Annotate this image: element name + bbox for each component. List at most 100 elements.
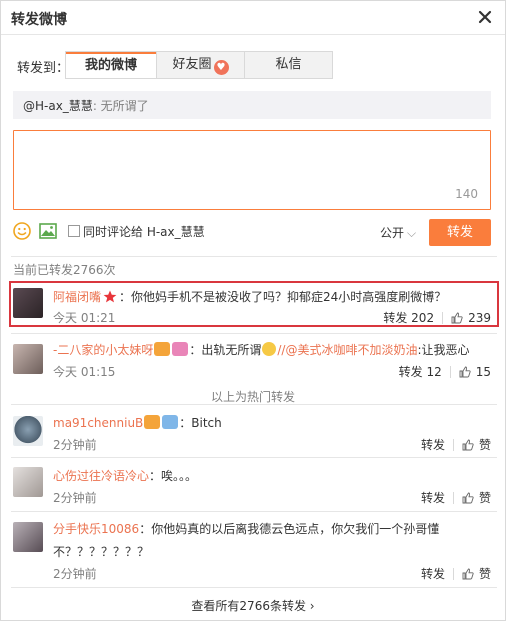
thumbs-up-icon [462, 439, 474, 451]
quote-user: @H-ax_慧慧 [23, 99, 93, 113]
divider [11, 587, 497, 588]
dialog-header: 转发微博 [1, 1, 505, 35]
action-divider [452, 568, 454, 580]
divider [11, 256, 497, 257]
avatar[interactable] [13, 416, 43, 446]
tab-private-message-label: 私信 [275, 57, 302, 72]
star-badge-icon [103, 290, 117, 303]
emoji-icon [262, 342, 277, 356]
like-label: 赞 [478, 567, 491, 581]
hot-reposts-divider: 以上为热门转发 [210, 390, 295, 404]
repost-button[interactable]: 转发 202 [383, 309, 434, 326]
repost-content: ：出轨无所谓 [189, 343, 262, 357]
like-button[interactable]: 赞 [462, 565, 491, 582]
divider [11, 333, 497, 334]
forward-target-label: 转发到： [17, 61, 70, 76]
char-count: 140 [455, 187, 478, 201]
repost-content: ：你他妈手机不是被没收了吗？抑郁症24小时高强度刷微博？ [119, 290, 447, 304]
view-all-reposts-link[interactable]: 查看所有2766条转发 › [1, 597, 505, 614]
sticker-icon [172, 342, 189, 356]
repost-item: 分手快乐10086：你他妈真的以后离我德云色远点，你欠我们一个孙哥懂 不？？？？… [11, 517, 497, 583]
sticker-icon [162, 415, 179, 429]
hot-repost-item: -二八家的小太妹呀 ：出轨无所谓 //@美式冰咖啡不加淡奶油:让我恶心 今天 01:… [11, 341, 497, 383]
like-count: 15 [475, 365, 491, 379]
hot-repost-item: 阿福闭嘴 ：你他妈手机不是被没收了吗？抑郁症24小时高强度刷微博？ 今天 01:2… [11, 285, 497, 327]
forward-target-row: 转发到： 我的微博 好友圈 ♥ 私信 [11, 51, 501, 79]
repost-actions: 转发 赞 [421, 489, 491, 506]
repost-item: 心伤过往冷语冷心：唉。。。 2分钟前 转发 赞 [11, 464, 497, 506]
repost-content: ：Bitch [179, 416, 222, 430]
repost-actions: 转发 202 239 [383, 309, 491, 326]
heart-icon: ♥ [213, 60, 229, 75]
thumbs-up-icon [459, 366, 471, 378]
close-icon[interactable] [477, 9, 493, 25]
mention-link[interactable]: //@美式冰咖啡不加淡奶油 [277, 343, 417, 357]
action-divider [452, 439, 454, 451]
emoji-icon[interactable] [13, 222, 31, 240]
image-icon[interactable] [39, 222, 57, 240]
visibility-value: 公开 [380, 226, 405, 240]
repost-time: 今天 01:15 [53, 365, 116, 379]
repost-time: 2分钟前 [53, 438, 97, 452]
divider [11, 511, 497, 512]
forward-tabs: 我的微博 好友圈 ♥ 私信 [65, 51, 333, 79]
repost-comment-input[interactable]: 140 [13, 130, 491, 210]
repost-content-tail: :让我恶心 [417, 343, 470, 357]
divider [11, 457, 497, 458]
repost-author[interactable]: 阿福闭嘴 [53, 290, 101, 304]
reposts-count-title: 当前已转发2766次 [13, 263, 116, 277]
repost-actions: 转发 12 15 [399, 363, 491, 380]
repost-button[interactable]: 转发 [421, 565, 445, 582]
dialog-title: 转发微博 [11, 12, 67, 28]
repost-time: 今天 01:21 [53, 311, 116, 325]
like-count: 239 [468, 311, 491, 325]
quote-text: : 无所谓了 [92, 99, 149, 113]
like-button[interactable]: 赞 [462, 436, 491, 453]
tab-private-message[interactable]: 私信 [244, 52, 332, 78]
send-repost-button[interactable]: 转发 [429, 219, 491, 246]
repost-item: ma91chenniuB ：Bitch 2分钟前 转发 赞 [11, 411, 497, 453]
avatar[interactable] [13, 344, 43, 374]
repost-button[interactable]: 转发 [421, 436, 445, 453]
tab-my-weibo-label: 我的微博 [84, 58, 137, 73]
thumbs-up-icon [462, 568, 474, 580]
repost-author[interactable]: 心伤过往冷语冷心 [53, 469, 149, 483]
repost-content-cont: 不？？？？？？？ [53, 545, 150, 559]
repost-content: ：唉。。。 [149, 469, 198, 483]
tab-friend-circle-label: 好友圈 [172, 57, 212, 72]
repost-author[interactable]: ma91chenniuB [53, 416, 143, 430]
visibility-select[interactable]: 公开 ⌵ [380, 224, 416, 241]
divider [11, 404, 497, 405]
avatar[interactable] [13, 288, 43, 318]
like-label: 赞 [478, 438, 491, 452]
avatar[interactable] [13, 467, 43, 497]
like-button[interactable]: 239 [451, 311, 491, 325]
like-button[interactable]: 15 [459, 365, 491, 379]
avatar[interactable] [13, 522, 43, 552]
repost-actions: 转发 赞 [421, 436, 491, 453]
vip-badge-icon [154, 342, 171, 356]
repost-actions: 转发 赞 [421, 565, 491, 582]
tab-friend-circle[interactable]: 好友圈 ♥ [156, 52, 244, 78]
action-divider [452, 492, 454, 504]
action-divider [442, 312, 444, 324]
action-divider [449, 366, 451, 378]
tab-my-weibo[interactable]: 我的微博 [66, 52, 156, 78]
like-label: 赞 [478, 491, 491, 505]
thumbs-up-icon [451, 312, 463, 324]
composer-toolbar: 同时评论给 H-ax_慧慧 公开 ⌵ 转发 [13, 219, 491, 247]
repost-author[interactable]: 分手快乐10086 [53, 522, 139, 536]
thumbs-up-icon [462, 492, 474, 504]
repost-time: 2分钟前 [53, 491, 97, 505]
repost-author[interactable]: -二八家的小太妹呀 [53, 343, 153, 357]
vip-badge-icon [144, 415, 161, 429]
repost-time: 2分钟前 [53, 567, 97, 581]
repost-button[interactable]: 转发 [421, 489, 445, 506]
repost-content: ：你他妈真的以后离我德云色远点，你欠我们一个孙哥懂 [139, 522, 440, 536]
original-post-quote: @H-ax_慧慧: 无所谓了 [13, 91, 491, 119]
chevron-down-icon: ⌵ [407, 226, 417, 240]
also-comment-checkbox[interactable] [68, 225, 80, 237]
repost-button[interactable]: 转发 12 [399, 363, 442, 380]
like-button[interactable]: 赞 [462, 489, 491, 506]
repost-dialog: 转发微博 转发到： 我的微博 好友圈 ♥ 私信 @H-ax_慧慧: 无所谓了 14… [0, 0, 506, 621]
